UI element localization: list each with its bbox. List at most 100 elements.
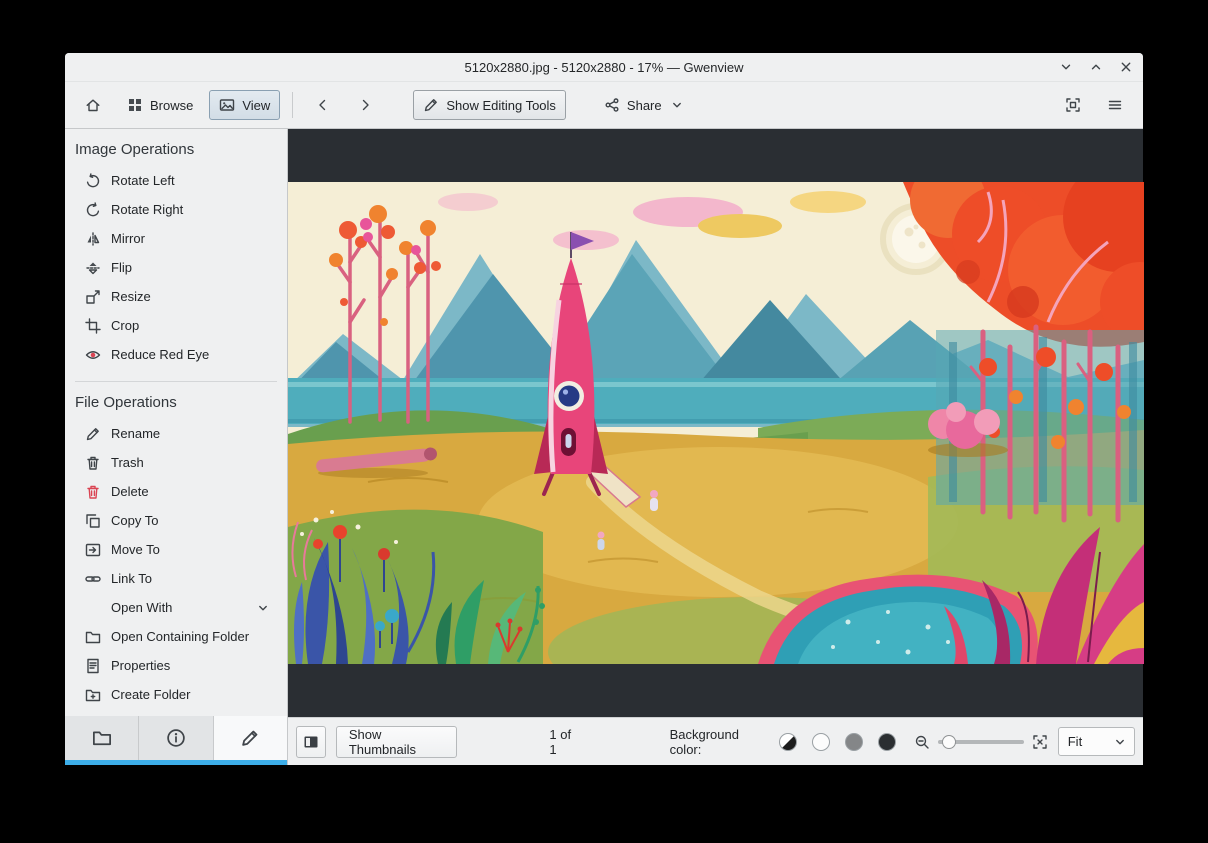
displayed-image [287, 162, 1180, 707]
view-button[interactable]: View [209, 90, 281, 120]
home-icon [86, 99, 100, 112]
swatch-black[interactable] [877, 732, 896, 751]
tab-operations[interactable] [213, 716, 287, 760]
browse-button[interactable]: Browse [117, 90, 203, 120]
image-viewer[interactable] [287, 129, 1180, 717]
zoom-slider-handle[interactable] [941, 734, 956, 749]
titlebar[interactable]: 5120x2880.jpg - 5120x2880 - 17% — Gwenvi… [65, 53, 1143, 82]
swatch-white[interactable] [811, 732, 830, 751]
share-icon [605, 98, 619, 112]
fit-page-button[interactable] [1055, 90, 1091, 120]
link-to-item[interactable]: Link To [65, 564, 287, 593]
close-button[interactable] [1115, 56, 1137, 78]
folder-open-icon [85, 631, 101, 643]
background-color-label: Background color: [669, 726, 739, 757]
page-indicator: 1 of 1 [549, 726, 572, 757]
copy-to-item[interactable]: Copy To [65, 506, 287, 535]
tab-information[interactable] [139, 716, 214, 760]
swatch-auto[interactable] [778, 732, 797, 751]
gwenview-window: 5120x2880.jpg - 5120x2880 - 17% — Gwenvi… [65, 53, 1180, 765]
file-operations-title: File Operations [75, 394, 177, 411]
chevron-down-icon [1061, 64, 1071, 70]
zoom-mode-dropdown[interactable]: Fit [1057, 727, 1135, 756]
zoom-fit-icon [1066, 98, 1080, 112]
share-button[interactable]: Share [594, 90, 695, 120]
tab-folders[interactable] [65, 716, 140, 760]
window-controls [1055, 53, 1137, 81]
section-separator [75, 381, 277, 382]
red-eye-icon [85, 350, 101, 359]
flip-item[interactable]: Flip [65, 253, 287, 282]
window-title: 5120x2880.jpg - 5120x2880 - 17% — Gwenvi… [464, 59, 744, 75]
show-editing-tools-button[interactable]: Show Editing Tools [413, 90, 566, 120]
forward-button[interactable] [347, 90, 383, 120]
move-to-item[interactable]: Move To [65, 535, 287, 564]
properties-item[interactable]: Properties [65, 651, 287, 680]
trash-icon [87, 456, 99, 470]
browse-label: Browse [150, 97, 194, 113]
active-tab-accent [65, 760, 287, 765]
arrow-left-icon [319, 99, 326, 111]
resize-icon [86, 289, 100, 304]
rename-icon [86, 427, 99, 440]
main-toolbar: Browse View Show Editing Tools Share [65, 82, 1143, 129]
open-containing-folder-item[interactable]: Open Containing Folder [65, 622, 287, 651]
properties-icon [87, 658, 99, 673]
link-icon [85, 575, 101, 582]
sidebar-tabs [65, 716, 287, 760]
zoom-mode-value: Fit [1067, 734, 1083, 749]
menu-button[interactable] [1097, 90, 1133, 120]
delete-item[interactable]: Delete [65, 477, 287, 506]
operations-panel: Image Operations Rotate Left Rotate Righ… [65, 129, 287, 716]
swatch-gray[interactable] [844, 732, 863, 751]
rotate-right-item[interactable]: Rotate Right [65, 195, 287, 224]
create-folder-item[interactable]: Create Folder [65, 680, 287, 709]
rotate-left-item[interactable]: Rotate Left [65, 166, 287, 195]
show-thumbnails-button[interactable]: Show Thumbnails [335, 725, 458, 758]
hamburger-icon [1108, 100, 1122, 110]
rename-item[interactable]: Rename [65, 419, 287, 448]
operations-sidebar: Image Operations Rotate Left Rotate Righ… [65, 129, 288, 765]
zoom-slider[interactable] [937, 732, 1024, 752]
crop-item[interactable]: Crop [65, 311, 287, 340]
move-icon [85, 543, 101, 556]
statusbar: Show Thumbnails 1 of 1 Background color: [288, 717, 1143, 765]
mirror-item[interactable]: Mirror [65, 224, 287, 253]
chevron-down-icon [259, 605, 267, 610]
crop-icon [85, 317, 101, 334]
desktop: 5120x2880.jpg - 5120x2880 - 17% — Gwenvi… [0, 0, 1208, 843]
flip-icon [86, 262, 100, 274]
zoom-fit-icon[interactable] [1032, 734, 1048, 750]
rotate-right-icon [86, 201, 100, 216]
grid-icon [129, 99, 141, 111]
pencil-icon [425, 99, 438, 112]
copy-icon [86, 513, 100, 528]
share-label: Share [626, 97, 662, 113]
trash-item[interactable]: Trash [65, 448, 287, 477]
maximize-button[interactable] [1085, 56, 1107, 78]
back-button[interactable] [305, 90, 341, 120]
folder-new-icon [85, 689, 101, 701]
reduce-red-eye-item[interactable]: Reduce Red Eye [65, 340, 287, 369]
chevron-down-icon [672, 102, 681, 108]
chevron-down-icon [1116, 739, 1124, 744]
delete-icon [87, 485, 99, 499]
zoom-out-icon[interactable] [914, 734, 930, 750]
background-swatches [778, 732, 896, 751]
resize-item[interactable]: Resize [65, 282, 287, 311]
toggle-sidebar-button[interactable] [296, 725, 326, 758]
rotate-left-icon [86, 172, 100, 187]
sidebar-toggle-icon [304, 736, 318, 747]
open-with-item[interactable]: Open With [65, 593, 287, 622]
zoom-controls [914, 732, 1048, 752]
mirror-icon [87, 231, 100, 246]
arrow-right-icon [363, 99, 370, 111]
home-button[interactable] [75, 90, 111, 120]
image-operations-title: Image Operations [75, 141, 195, 158]
info-icon [167, 729, 185, 747]
artwork-illustration [287, 162, 1180, 707]
image-icon [220, 99, 235, 111]
toolbar-separator [292, 92, 294, 118]
pencil-icon [242, 730, 258, 746]
minimize-button[interactable] [1055, 56, 1077, 78]
